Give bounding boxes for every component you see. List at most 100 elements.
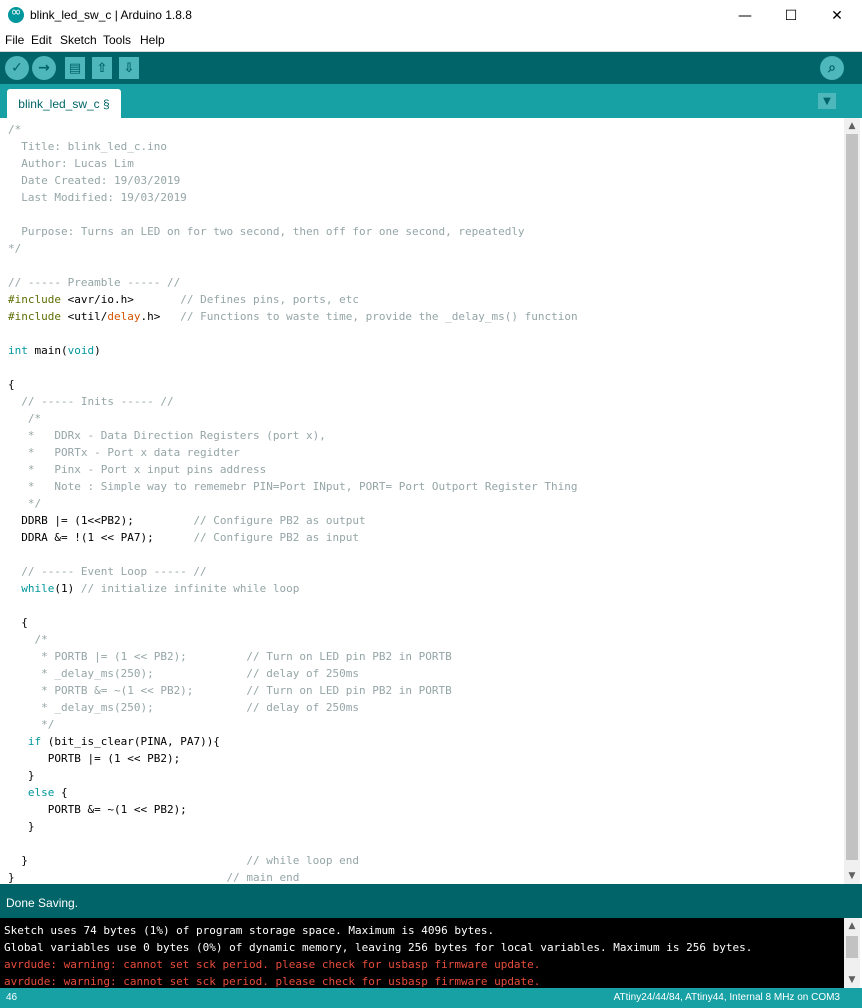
close-button[interactable]: ✕ <box>814 0 860 31</box>
code-text: /* Title: blink_led_c.ino Author: Lucas … <box>8 121 578 884</box>
tab-bar: blink_led_sw_c § ▼ <box>0 84 862 118</box>
tab-menu-button[interactable]: ▼ <box>818 93 836 109</box>
code-line: * PORTx - Port x data regidter <box>8 444 578 461</box>
status-bar: Done Saving. <box>0 884 862 918</box>
check-icon: ✓ <box>11 60 23 76</box>
code-token: /* <box>8 633 48 646</box>
serial-monitor-button[interactable]: ⌕ <box>820 56 844 80</box>
code-line: */ <box>8 495 578 512</box>
console-scroll-up-icon[interactable]: ▲ <box>844 918 860 934</box>
code-line: #include <avr/io.h> // Defines pins, por… <box>8 291 578 308</box>
footer-bar: 46 ATtiny24/44/84, ATtiny44, Internal 8 … <box>0 988 862 1008</box>
code-line: PORTB &= ~(1 << PB2); <box>8 801 578 818</box>
code-token: if <box>27 735 42 748</box>
code-line: /* <box>8 631 578 648</box>
upload-button[interactable]: → <box>32 56 56 80</box>
minimize-button[interactable]: — <box>722 0 768 31</box>
code-token: main( <box>27 344 68 357</box>
console-scrollbar[interactable]: ▲ ▼ <box>844 918 860 988</box>
code-token: * Note : Simple way to rememebr PIN=Port… <box>8 480 578 493</box>
code-token: PORTB &= ~(1 << PB2); <box>8 803 187 816</box>
code-token: PORTB |= (1 << PB2); <box>8 752 181 765</box>
console-line-1: Sketch uses 74 bytes (1%) of program sto… <box>4 924 495 937</box>
code-token: * _delay_ms(250); // delay of 250ms <box>8 667 359 680</box>
code-line: Purpose: Turns an LED on for two second,… <box>8 223 578 240</box>
code-line: /* <box>8 410 578 427</box>
new-sketch-button[interactable]: ▤ <box>65 57 85 79</box>
code-token: } <box>8 871 227 884</box>
code-token: delay <box>107 310 141 323</box>
arrow-up-icon: ⇧ <box>96 60 108 76</box>
status-message: Done Saving. <box>6 896 79 910</box>
code-token: */ <box>8 497 42 510</box>
arduino-logo-icon <box>8 5 24 23</box>
code-token: Title: blink_led_c.ino <box>8 140 167 153</box>
code-line: /* <box>8 121 578 138</box>
line-number: 46 <box>6 992 18 1003</box>
maximize-button[interactable]: ☐ <box>768 0 814 31</box>
code-token: .h> <box>140 310 181 323</box>
window-title: blink_led_sw_c | Arduino 1.8.8 <box>30 8 192 22</box>
code-token: /* <box>8 123 22 136</box>
code-line: { <box>8 614 578 631</box>
code-line: while(1) // initialize infinite while lo… <box>8 580 578 597</box>
tab-blink-led-sw-c[interactable]: blink_led_sw_c § <box>7 89 121 118</box>
menu-file[interactable]: File <box>5 33 24 47</box>
console-scroll-down-icon[interactable]: ▼ <box>844 972 860 988</box>
code-token: <avr/io.h> <box>60 293 181 306</box>
code-token: * PORTB &= ~(1 << PB2); // Turn on LED p… <box>8 684 452 697</box>
code-token: // while loop end <box>246 854 360 867</box>
code-token: */ <box>8 242 22 255</box>
arrow-down-icon: ⇩ <box>123 60 135 76</box>
save-sketch-button[interactable]: ⇩ <box>119 57 139 79</box>
editor-scrollbar[interactable]: ▲ ▼ <box>844 118 860 884</box>
menu-tools[interactable]: Tools <box>103 33 131 47</box>
code-line: // ----- Event Loop ----- // <box>8 563 578 580</box>
verify-button[interactable]: ✓ <box>5 56 29 80</box>
code-line: */ <box>8 716 578 733</box>
code-token: // Defines pins, ports, etc <box>180 293 360 306</box>
menu-sketch[interactable]: Sketch <box>60 33 97 47</box>
code-token: DDRA &= !(1 << PA7); <box>8 531 194 544</box>
code-token: // main end <box>226 871 300 884</box>
scroll-up-icon[interactable]: ▲ <box>844 118 860 134</box>
code-token: else <box>27 786 55 799</box>
code-line: // ----- Inits ----- // <box>8 393 578 410</box>
code-token: Purpose: Turns an LED on for two second,… <box>8 225 525 238</box>
code-token: { <box>8 616 28 629</box>
code-line: * PORTB |= (1 << PB2); // Turn on LED pi… <box>8 648 578 665</box>
code-line: PORTB |= (1 << PB2); <box>8 750 578 767</box>
code-line: * Pinx - Port x input pins address <box>8 461 578 478</box>
code-line: { <box>8 376 578 393</box>
code-token: } <box>8 769 35 782</box>
scroll-down-icon[interactable]: ▼ <box>844 868 860 884</box>
code-token: ) <box>94 344 101 357</box>
code-token: Author: Lucas Lim <box>8 157 134 170</box>
menu-help[interactable]: Help <box>140 33 165 47</box>
code-token: * PORTx - Port x data regidter <box>8 446 240 459</box>
code-token: { <box>8 378 15 391</box>
code-editor[interactable]: /* Title: blink_led_c.ino Author: Lucas … <box>0 118 844 884</box>
code-line: int main(void) <box>8 342 578 359</box>
code-token: (1) <box>54 582 81 595</box>
editor-scroll-thumb[interactable] <box>846 134 858 860</box>
code-token: */ <box>8 718 55 731</box>
code-token: /* <box>8 412 42 425</box>
code-line: Title: blink_led_c.ino <box>8 138 578 155</box>
console-line-2: Global variables use 0 bytes (0%) of dyn… <box>4 941 753 954</box>
code-line: * _delay_ms(250); // delay of 250ms <box>8 699 578 716</box>
code-line: * _delay_ms(250); // delay of 250ms <box>8 665 578 682</box>
code-token: int <box>8 344 28 357</box>
code-token: // initialize infinite while loop <box>80 582 300 595</box>
menu-edit[interactable]: Edit <box>31 33 52 47</box>
console-scroll-thumb[interactable] <box>846 936 858 958</box>
code-token: } <box>8 854 247 867</box>
code-line: Last Modified: 19/03/2019 <box>8 189 578 206</box>
open-sketch-button[interactable]: ⇧ <box>92 57 112 79</box>
